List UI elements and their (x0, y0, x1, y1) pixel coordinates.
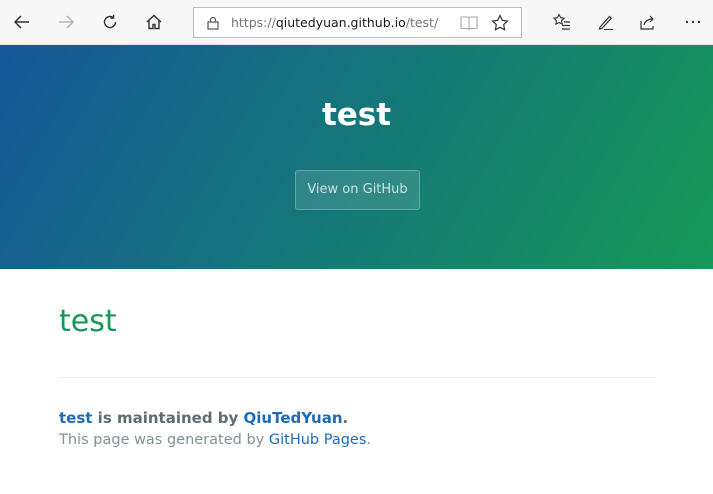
share-button[interactable] (633, 7, 663, 37)
page-header: test View on GitHub (0, 45, 713, 269)
url-protocol: https:// (231, 15, 276, 30)
lock-icon (207, 16, 219, 30)
address-bar[interactable]: https://qiutedyuan.github.io/test/ (193, 7, 522, 38)
url-path: /test/ (405, 15, 439, 30)
reading-view-icon[interactable] (460, 15, 478, 31)
project-name: test (321, 97, 392, 133)
forward-button[interactable] (51, 7, 81, 37)
refresh-button[interactable] (95, 7, 125, 37)
favorites-list-icon (553, 13, 570, 30)
notes-button[interactable] (590, 7, 620, 37)
main-title: test (59, 304, 117, 339)
back-icon (13, 15, 29, 29)
credits-text: This page was generated by (59, 432, 269, 448)
user-link[interactable]: QiuTedYuan (244, 409, 343, 427)
home-icon (146, 14, 162, 30)
home-button[interactable] (139, 7, 169, 37)
credits-period: . (366, 432, 371, 448)
url-text[interactable]: https://qiutedyuan.github.io/test/ (231, 15, 438, 30)
view-on-github-button[interactable]: View on GitHub (295, 170, 420, 210)
credits-line: This page was generated by GitHub Pages. (59, 432, 371, 448)
pen-icon (598, 15, 613, 30)
github-pages-link[interactable]: GitHub Pages (269, 432, 367, 448)
footer-divider (59, 377, 656, 378)
maintainer-text: is maintained by (92, 409, 244, 427)
more-button[interactable] (678, 7, 708, 37)
back-button[interactable] (7, 7, 37, 37)
refresh-icon (103, 14, 117, 29)
favorite-star-icon[interactable] (491, 14, 509, 32)
maintainer-period: . (342, 409, 349, 427)
forward-icon (59, 15, 75, 29)
more-icon (685, 20, 701, 24)
favorites-button[interactable] (547, 7, 577, 37)
maintainer-line: test is maintained by QiuTedYuan. (59, 409, 348, 427)
share-icon (640, 15, 654, 30)
browser-toolbar: https://qiutedyuan.github.io/test/ (0, 0, 713, 45)
url-host: qiutedyuan.github.io (275, 15, 406, 30)
repo-link[interactable]: test (59, 409, 92, 427)
